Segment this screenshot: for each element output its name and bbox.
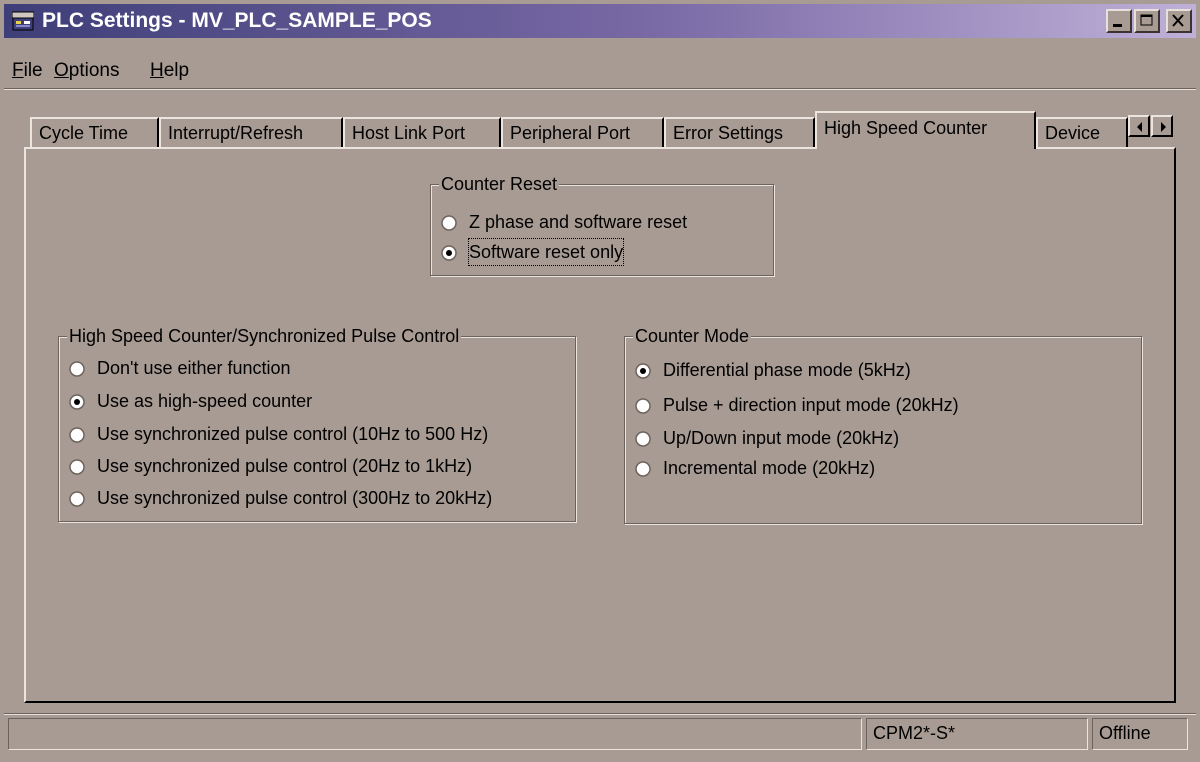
hsc-control-group: High Speed Counter/Synchronized Pulse Co… [58, 324, 576, 522]
menu-bar: File Options Help [4, 40, 1196, 81]
minimize-icon [1113, 24, 1122, 27]
counter-reset-title: Counter Reset [439, 172, 560, 196]
maximize-button[interactable] [1134, 9, 1160, 33]
status-bar-separator [4, 713, 1196, 715]
radio-unselected-icon [69, 459, 85, 475]
radio-unselected-icon [69, 427, 85, 443]
window-title: PLC Settings - MV_PLC_SAMPLE_POS [42, 9, 432, 32]
close-icon [1172, 14, 1184, 27]
counter-mode-title: Counter Mode [633, 324, 752, 348]
minimize-button[interactable] [1106, 9, 1132, 33]
tab-error-settings[interactable]: Error Settings [664, 117, 815, 149]
radio-unselected-icon [635, 431, 651, 447]
menu-file[interactable]: File [12, 60, 43, 82]
title-bar[interactable]: PLC Settings - MV_PLC_SAMPLE_POS [4, 4, 1196, 38]
tab-scroll-left-button[interactable] [1128, 115, 1150, 137]
counter-mode-group: Counter Mode Differential phase mode (5k… [624, 324, 1142, 524]
status-connection: Offline [1092, 718, 1188, 750]
menu-separator [4, 88, 1196, 90]
radio-selected-icon [635, 363, 651, 379]
radio-selected-icon [441, 245, 457, 261]
tab-device[interactable]: Device [1036, 117, 1128, 149]
status-plc-model: CPM2*-S* [866, 718, 1088, 750]
tab-host-link-port[interactable]: Host Link Port [343, 117, 501, 149]
tab-cycle-time[interactable]: Cycle Time [30, 117, 159, 149]
radio-selected-icon [69, 394, 85, 410]
menu-help[interactable]: Help [150, 60, 189, 82]
radio-unselected-icon [69, 491, 85, 507]
maximize-icon [1140, 14, 1153, 26]
radio-unselected-icon [441, 215, 457, 231]
radio-unselected-icon [635, 461, 651, 477]
tab-scroll-right-button[interactable] [1151, 115, 1173, 137]
plc-settings-window: PLC Settings - MV_PLC_SAMPLE_POS File Op… [0, 0, 1200, 762]
counter-reset-group: Counter Reset Z phase and software reset… [430, 172, 774, 276]
tab-high-speed-counter[interactable]: High Speed Counter [815, 111, 1036, 149]
radio-unselected-icon [635, 398, 651, 414]
tab-peripheral-port[interactable]: Peripheral Port [501, 117, 664, 149]
hsc-control-title: High Speed Counter/Synchronized Pulse Co… [67, 324, 462, 348]
arrow-left-icon [1137, 122, 1142, 132]
tab-interrupt-refresh[interactable]: Interrupt/Refresh [159, 117, 343, 149]
close-button[interactable] [1166, 9, 1192, 33]
plc-app-icon[interactable] [11, 11, 35, 31]
arrow-right-icon [1161, 122, 1166, 132]
menu-options[interactable]: Options [54, 60, 119, 82]
radio-unselected-icon [69, 361, 85, 377]
status-pane-message [8, 718, 862, 750]
